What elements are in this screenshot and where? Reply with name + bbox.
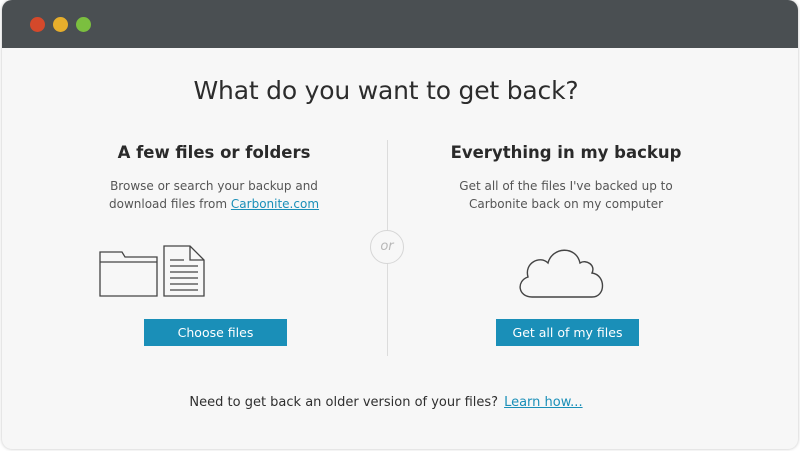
older-version-footer: Need to get back an older version of you…: [2, 395, 770, 410]
full-backup-desc-line1: Get all of the files I've backed up to: [459, 179, 673, 193]
document-icon: [163, 245, 205, 297]
full-backup-option: Everything in my backup Get all of the f…: [416, 143, 716, 346]
full-backup-desc-line2: Carbonite back on my computer: [468, 197, 664, 211]
minimize-window-button[interactable]: [53, 17, 68, 32]
few-files-desc-line1: Browse or search your backup and: [110, 179, 318, 193]
cloud-icon: [519, 249, 604, 298]
folder-icon: [99, 251, 158, 297]
older-version-text: Need to get back an older version of you…: [189, 395, 499, 410]
few-files-illustration: [64, 245, 364, 305]
few-files-option: A few files or folders Browse or search …: [64, 143, 364, 346]
page-title: What do you want to get back?: [193, 76, 579, 105]
few-files-description: Browse or search your backup and downloa…: [64, 177, 364, 213]
full-backup-title: Everything in my backup: [450, 143, 682, 162]
restore-options-panel: What do you want to get back? A few file…: [2, 48, 798, 449]
window-titlebar: [2, 0, 798, 48]
few-files-desc-line2: download files from: [108, 197, 231, 211]
close-window-button[interactable]: [30, 17, 45, 32]
carbonite-link[interactable]: Carbonite.com: [231, 197, 319, 211]
choose-files-button[interactable]: Choose files: [144, 319, 287, 346]
full-backup-illustration: [416, 245, 716, 305]
app-window: What do you want to get back? A few file…: [2, 0, 798, 449]
or-separator: or: [370, 230, 404, 264]
full-backup-description: Get all of the files I've backed up to C…: [416, 177, 716, 213]
zoom-window-button[interactable]: [76, 17, 91, 32]
few-files-title: A few files or folders: [117, 143, 311, 162]
learn-how-link[interactable]: Learn how...: [504, 395, 583, 410]
get-all-files-button[interactable]: Get all of my files: [496, 319, 639, 346]
